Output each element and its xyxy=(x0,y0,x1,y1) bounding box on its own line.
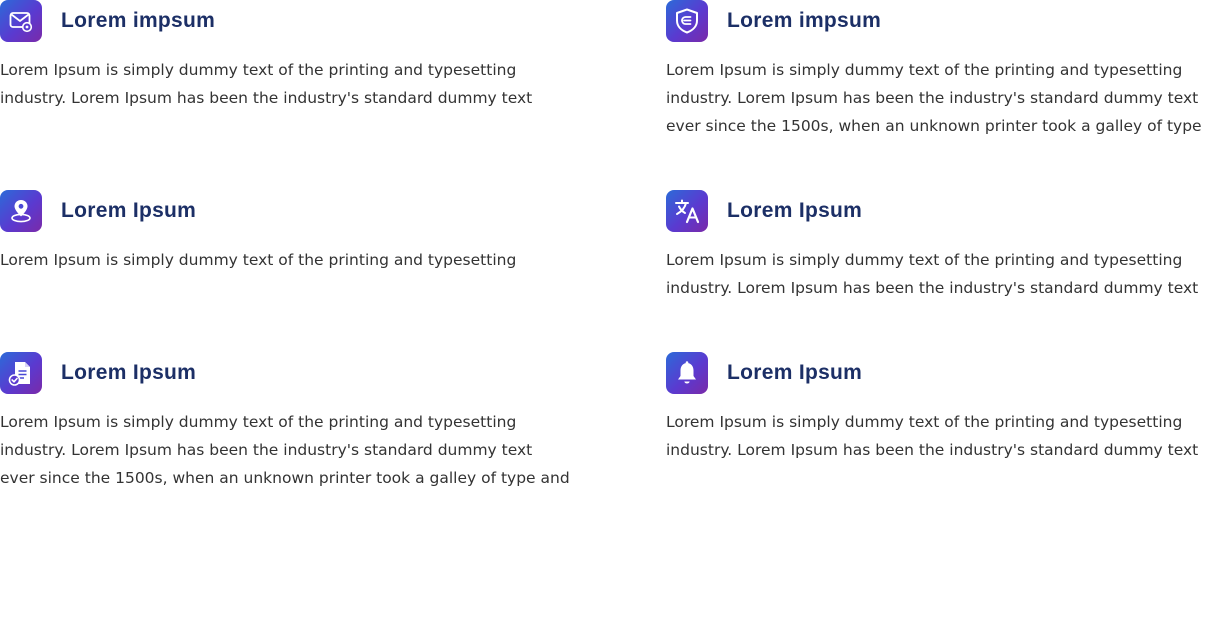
feature-description: Lorem Ipsum is simply dummy text of the … xyxy=(0,61,533,107)
feature-card: Lorem Ipsum Lorem Ipsum is simply dummy … xyxy=(666,352,1208,464)
feature-title: Lorem impsum xyxy=(61,9,216,32)
feature-title: Lorem impsum xyxy=(727,9,882,32)
feature-description: Lorem Ipsum is simply dummy text of the … xyxy=(666,251,1199,297)
feature-header: Lorem Ipsum xyxy=(666,190,1208,232)
translate-icon xyxy=(666,190,708,232)
feature-title: Lorem Ipsum xyxy=(61,361,197,384)
feature-header: Lorem Ipsum xyxy=(666,352,1208,394)
feature-card: Lorem Ipsum Lorem Ipsum is simply dummy … xyxy=(0,352,590,492)
feature-title: Lorem Ipsum xyxy=(727,361,863,384)
feature-card: Lorem Ipsum Lorem Ipsum is simply dummy … xyxy=(0,190,590,274)
bell-icon xyxy=(666,352,708,394)
feature-description: Lorem Ipsum is simply dummy text of the … xyxy=(0,251,517,269)
mail-settings-icon xyxy=(0,0,42,42)
feature-description: Lorem Ipsum is simply dummy text of the … xyxy=(666,413,1199,459)
feature-description: Lorem Ipsum is simply dummy text of the … xyxy=(666,61,1202,135)
feature-header: Lorem Ipsum xyxy=(0,190,590,232)
feature-title: Lorem Ipsum xyxy=(61,199,197,222)
feature-header: Lorem Ipsum xyxy=(0,352,590,394)
feature-card: Lorem impsum Lorem Ipsum is simply dummy… xyxy=(666,0,1208,140)
feature-card: Lorem Ipsum Lorem Ipsum is simply dummy … xyxy=(666,190,1208,302)
feature-card: Lorem impsum Lorem Ipsum is simply dummy… xyxy=(0,0,590,112)
feature-description: Lorem Ipsum is simply dummy text of the … xyxy=(0,413,570,487)
document-check-icon xyxy=(0,352,42,394)
location-pin-icon xyxy=(0,190,42,232)
feature-header: Lorem impsum xyxy=(0,0,590,42)
feature-header: Lorem impsum xyxy=(666,0,1208,42)
shield-icon xyxy=(666,0,708,42)
feature-title: Lorem Ipsum xyxy=(727,199,863,222)
